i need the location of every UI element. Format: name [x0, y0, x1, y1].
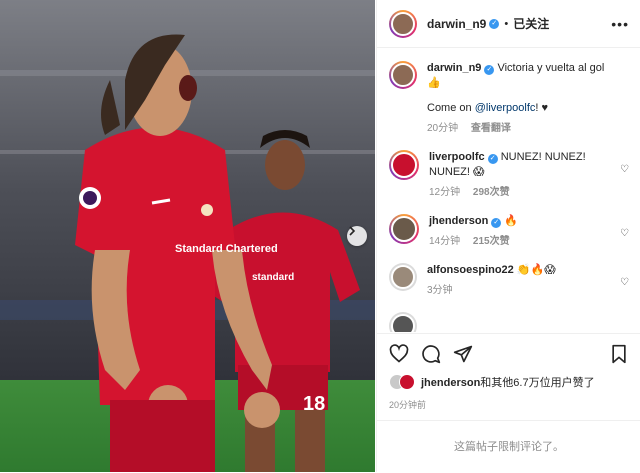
comment-item: liverpoolfc ✓ NUNEZ! NUNEZ! NUNEZ! 😱 12分钟…	[389, 150, 629, 200]
caption-body: darwin_n9 ✓ Victoria y vuelta al gol 👍 Co…	[427, 61, 617, 136]
next-photo-button[interactable]	[347, 226, 367, 246]
comment-item: jhenderson ✓ 🔥 14分钟 215次赞 ♡	[389, 214, 629, 249]
post-photo-illustration: 18 standard Standard Chartered	[0, 0, 375, 472]
svg-text:standard: standard	[252, 272, 294, 283]
caption-meta: 20分钟 查看翻译	[427, 121, 617, 136]
follow-status-button[interactable]: 已关注	[513, 15, 549, 32]
commenter-avatar[interactable]	[389, 312, 417, 332]
heart-icon[interactable]: ♡	[620, 228, 629, 239]
comment-meta: 12分钟 298次赞	[429, 185, 619, 200]
comment-like-count[interactable]: 298次赞	[473, 187, 510, 198]
caption-line2-suffix: ! ♥	[535, 102, 549, 114]
author-username[interactable]: darwin_n9	[427, 17, 486, 31]
comment-text: 👏🔥😱	[516, 264, 556, 276]
likes-summary[interactable]: jhenderson和其他6.7万位用户赞了	[389, 374, 595, 390]
comment-body: liverpoolfc ✓ NUNEZ! NUNEZ! NUNEZ! 😱 12分钟…	[429, 150, 619, 200]
caption-emoji: 👍	[427, 77, 441, 89]
caption-username[interactable]: darwin_n9	[427, 62, 481, 74]
commenter-avatar[interactable]	[389, 263, 417, 291]
likes-rest: 和其他6.7万位用户赞了	[480, 377, 595, 389]
action-bar	[377, 333, 640, 373]
heart-icon[interactable]: ♡	[620, 277, 629, 288]
send-icon[interactable]	[453, 344, 473, 364]
liker-avatar	[399, 374, 415, 390]
post-photo[interactable]: 18 standard Standard Chartered	[0, 0, 375, 472]
comment-time: 3分钟	[427, 285, 453, 296]
comments-list: darwin_n9 ✓ Victoria y vuelta al gol 👍 Co…	[377, 49, 640, 332]
commenter-avatar[interactable]	[389, 150, 419, 180]
comment-meta: 3分钟	[427, 283, 617, 298]
caption-text: Victoria y vuelta al gol	[497, 62, 605, 74]
comment-item: alfonsoespino22 👏🔥😱 3分钟 ♡	[389, 263, 629, 298]
separator-dot: •	[504, 17, 509, 30]
verified-badge-icon: ✓	[487, 154, 498, 164]
caption-time: 20分钟	[427, 123, 459, 134]
comment-icon[interactable]	[421, 344, 441, 364]
shirt-number: 18	[303, 393, 325, 415]
comment-body: alfonsoespino22 👏🔥😱 3分钟	[427, 263, 617, 298]
post-timestamp: 20分钟前	[389, 400, 427, 410]
caption-line2-prefix: Come on	[427, 102, 475, 114]
post-header: darwin_n9 ✓ • 已关注 •••	[377, 0, 640, 48]
likes-user[interactable]: jhenderson	[421, 377, 480, 389]
comment-username[interactable]: liverpoolfc	[429, 151, 485, 163]
caption-mention-link[interactable]: @liverpoolfc	[475, 102, 536, 114]
more-horizontal-icon[interactable]: •••	[611, 16, 629, 32]
commenter-avatar[interactable]	[389, 214, 419, 244]
caption-line-2: Come on @liverpoolfc! ♥	[427, 101, 617, 116]
chevron-right-icon	[349, 226, 356, 236]
comment-username[interactable]: jhenderson	[429, 215, 488, 227]
comment-like-count[interactable]: 215次赞	[473, 236, 510, 247]
heart-icon[interactable]: ♡	[620, 164, 629, 175]
heart-icon[interactable]	[389, 344, 409, 364]
comment-body: jhenderson ✓ 🔥 14分钟 215次赞	[429, 214, 619, 249]
post-side-panel: darwin_n9 ✓ • 已关注 ••• darwin_n9 ✓ Victori…	[376, 0, 640, 472]
svg-text:Standard Chartered: Standard Chartered	[175, 243, 278, 255]
comment-time: 14分钟	[429, 236, 461, 247]
verified-badge-icon: ✓	[491, 218, 502, 228]
comment-time: 12分钟	[429, 187, 461, 198]
comments-limited-notice: 这篇帖子限制评论了。	[377, 420, 640, 472]
verified-badge-icon: ✓	[484, 65, 495, 75]
caption-author-avatar[interactable]	[389, 61, 417, 89]
verified-badge-icon: ✓	[489, 18, 500, 29]
bookmark-icon[interactable]	[609, 344, 629, 364]
author-avatar[interactable]	[389, 9, 417, 38]
caption-line-1: darwin_n9 ✓ Victoria y vuelta al gol	[427, 61, 617, 76]
likes-text: jhenderson和其他6.7万位用户赞了	[421, 374, 595, 390]
comment-item-partial	[389, 312, 629, 332]
see-translation-link[interactable]: 查看翻译	[471, 123, 511, 134]
instagram-post-view: 18 standard Standard Chartered darwin_n9…	[0, 0, 640, 472]
comment-text: 🔥	[504, 215, 519, 227]
comment-username[interactable]: alfonsoespino22	[427, 264, 514, 276]
caption: darwin_n9 ✓ Victoria y vuelta al gol 👍 Co…	[389, 61, 629, 136]
comment-meta: 14分钟 215次赞	[429, 234, 619, 249]
